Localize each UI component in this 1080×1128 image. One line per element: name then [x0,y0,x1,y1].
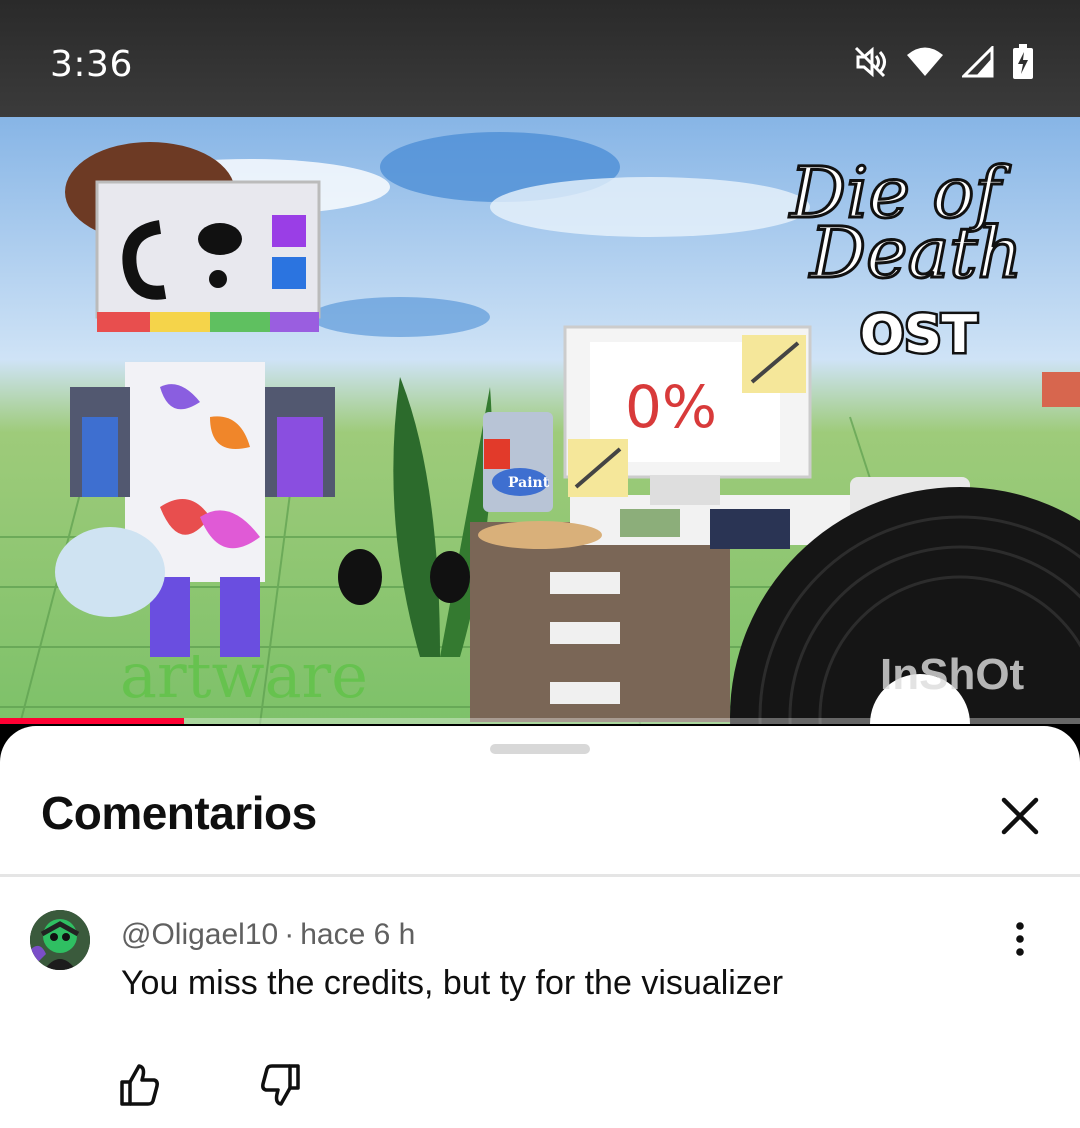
wifi-icon [906,46,944,78]
comment-author[interactable]: @Oligael10 [121,918,278,951]
video-thumbnail: artware Paint 0% InShOt Die of Death OST [0,132,1080,724]
close-button[interactable] [996,792,1044,840]
thumbnail-subtitle: OST [860,305,978,365]
status-time: 3:36 [50,44,133,85]
video-progress-bar[interactable] [0,718,1080,724]
avatar[interactable] [30,910,90,970]
video-progress-fill [0,718,184,724]
like-button[interactable] [112,1058,166,1112]
thumbs-up-icon [120,1064,159,1106]
battery-charging-icon [1012,44,1034,80]
thumbs-down-icon [261,1064,300,1106]
comment-meta: @Oligael10 · hace 6 h [121,918,415,952]
comment-time: hace 6 h [300,918,416,951]
comments-title: Comentarios [41,787,317,839]
signal-icon [962,46,994,78]
comments-sheet: Comentarios @Oligael10 · hace 6 h You miss… [0,726,1080,1128]
more-options-button[interactable] [1000,920,1040,960]
more-vert-icon [1016,922,1024,956]
status-icons [852,44,1034,80]
dislike-button[interactable] [254,1058,308,1112]
comment-item: @Oligael10 · hace 6 h You miss the credits… [0,908,1080,1108]
comment-text: You miss the credits, but ty for the vis… [121,964,784,1002]
thumbnail-signature: artware [120,639,368,712]
close-icon [1001,797,1039,835]
divider [0,874,1080,877]
paint-can-label: Paint [508,475,550,491]
video-player[interactable]: artware Paint 0% InShOt Die of Death OST [0,117,1080,724]
inshot-watermark: InShOt [880,650,1025,699]
status-bar: 3:36 [0,0,1080,117]
meta-separator: · [284,918,295,951]
thumbnail-title-line2: Death [808,212,1023,294]
monitor-screen-text: 0% [625,373,717,441]
drag-handle[interactable] [490,744,590,754]
mute-icon [852,44,888,80]
